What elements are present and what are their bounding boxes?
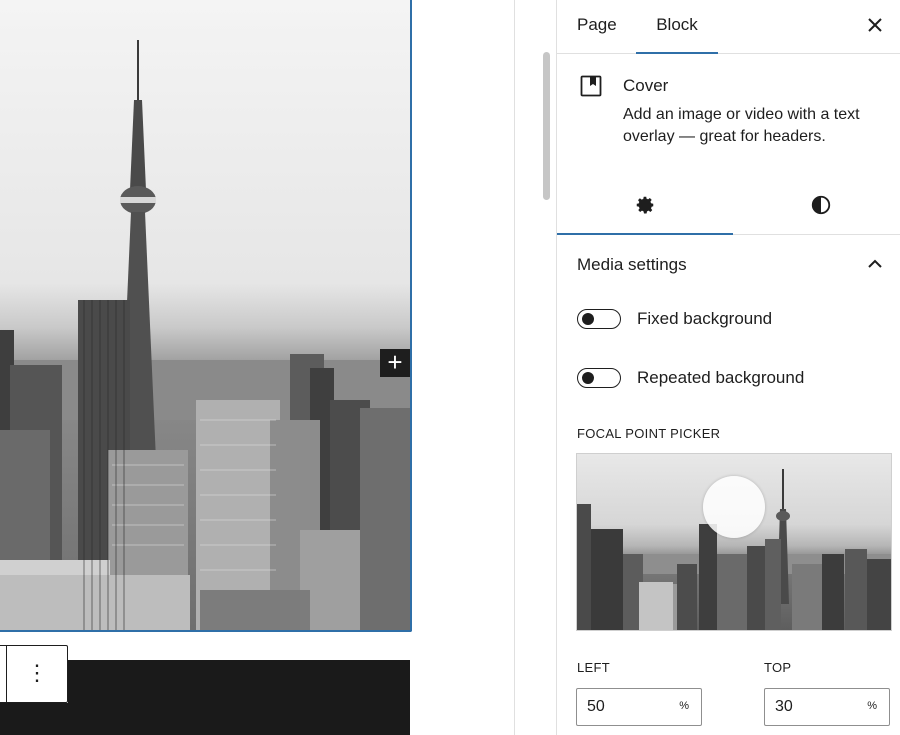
focal-top-input[interactable]: 30 %	[764, 688, 890, 726]
block-inserter-button[interactable]: +	[380, 349, 410, 377]
focal-left-unit: %	[679, 700, 689, 712]
sidebar-tabs: Page Block	[557, 0, 900, 54]
focal-left-value: 50	[587, 698, 605, 715]
dark-group-block-edge	[0, 703, 68, 735]
focal-top-unit: %	[867, 700, 877, 712]
media-settings-panel-header[interactable]: Media settings	[557, 235, 900, 293]
block-toolbar: ⋮	[0, 645, 68, 703]
repeated-background-toggle[interactable]	[577, 368, 621, 388]
dark-group-block[interactable]	[68, 660, 410, 735]
block-card: Cover Add an image or video with a text …	[557, 54, 900, 174]
toggle-knob	[582, 313, 594, 325]
tab-styles[interactable]	[733, 174, 900, 235]
fixed-background-row: Fixed background	[577, 307, 897, 335]
tab-block[interactable]: Block	[636, 0, 718, 54]
chevron-up-icon[interactable]	[865, 254, 885, 274]
repeated-background-row: Repeated background	[577, 366, 897, 394]
block-card-title: Cover	[623, 76, 669, 95]
fixed-background-toggle[interactable]	[577, 309, 621, 329]
cover-block-icon	[580, 75, 602, 97]
media-settings-title: Media settings	[577, 255, 687, 274]
close-icon[interactable]	[863, 13, 887, 37]
repeated-background-label: Repeated background	[637, 368, 805, 387]
focal-point-handle[interactable]	[703, 476, 765, 538]
tab-settings[interactable]	[557, 174, 733, 235]
city-skyline-photo	[0, 40, 410, 630]
editor-canvas: + ⋮	[0, 0, 514, 735]
contrast-icon	[811, 195, 831, 215]
plus-icon: +	[387, 347, 403, 377]
focal-top-value: 30	[775, 698, 793, 715]
toolbar-divider	[6, 646, 7, 702]
gear-icon	[636, 196, 654, 214]
focal-left-label: LEFT	[577, 660, 610, 675]
fixed-background-label: Fixed background	[637, 309, 773, 328]
block-card-description: Add an image or video with a text overla…	[623, 106, 860, 145]
more-options-icon[interactable]: ⋮	[26, 660, 48, 686]
cover-block-image[interactable]	[0, 0, 412, 632]
settings-sidebar: Page Block Cover Add an image or video w…	[556, 0, 900, 735]
tab-page[interactable]: Page	[577, 0, 617, 54]
inspector-subtabs	[557, 174, 900, 235]
focal-point-label: FOCAL POINT PICKER	[577, 426, 721, 441]
canvas-scrollbar-thumb[interactable]	[543, 52, 550, 200]
focal-left-input[interactable]: 50 %	[576, 688, 702, 726]
toggle-knob	[582, 372, 594, 384]
focal-point-picker[interactable]	[576, 453, 892, 631]
focal-top-label: TOP	[764, 660, 792, 675]
